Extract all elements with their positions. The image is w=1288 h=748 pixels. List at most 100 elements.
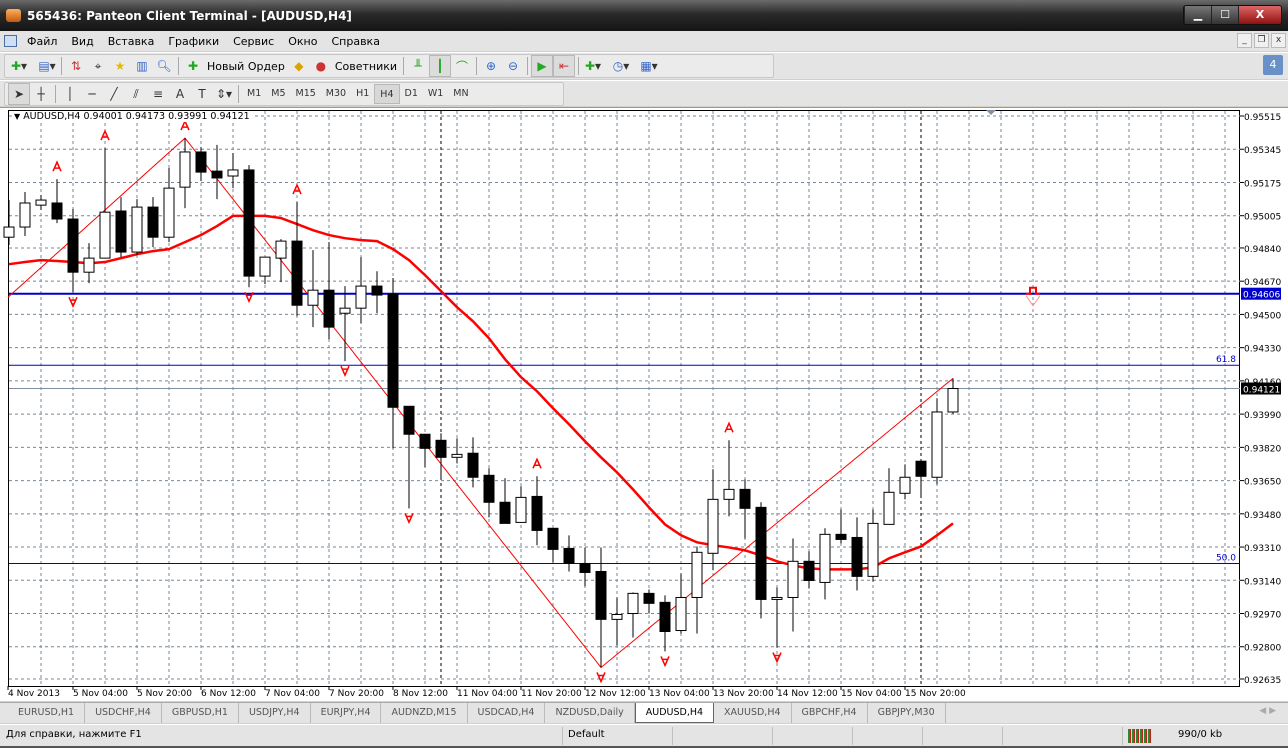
price-tick-label: 0.93480 [1244, 511, 1281, 521]
candle-body [467, 452, 479, 478]
candle-body [99, 211, 111, 259]
price-tick-label: 0.93310 [1244, 544, 1281, 554]
chart-tab[interactable]: GBPUSD,H1 [162, 703, 239, 723]
chart-tab[interactable]: USDCHF,H4 [85, 703, 162, 723]
candle-body [947, 388, 959, 413]
candle-body [915, 460, 927, 477]
candle-body [643, 592, 655, 604]
fractal-up-arrow-icon [724, 421, 734, 433]
time-tick-label: 14 Nov 12:00 [777, 689, 838, 699]
candle-body [451, 453, 463, 458]
candle-body [627, 592, 639, 615]
fractal-down-arrow-icon [660, 656, 670, 668]
candle-body [355, 285, 367, 309]
chart-tab[interactable]: EURJPY,H4 [311, 703, 382, 723]
fractal-up-arrow-icon [52, 160, 62, 172]
candle-body [771, 596, 783, 600]
candle-body [819, 533, 831, 583]
candle-body [163, 187, 175, 238]
candle-body [755, 506, 767, 600]
fractal-down-arrow-icon [404, 513, 414, 525]
connection-status-icon [1128, 729, 1152, 743]
candle-body [243, 169, 255, 277]
candle-body [291, 240, 303, 306]
time-tick-label: 8 Nov 12:00 [393, 689, 448, 699]
price-tick-label: 0.93820 [1244, 444, 1281, 454]
chart-header: ▼ AUDUSD,H4 0.94001 0.94173 0.93991 0.94… [12, 111, 252, 122]
chart-tab[interactable]: GBPCHF,H4 [792, 703, 868, 723]
candle-body [547, 527, 559, 550]
fibo-level-label: 61.8 [1216, 355, 1236, 365]
candle-body [387, 293, 399, 408]
time-tick-label: 15 Nov 20:00 [905, 689, 966, 699]
price-tick-label: 0.94840 [1244, 245, 1281, 255]
candle-body [275, 240, 287, 259]
candle-body [179, 151, 191, 188]
candle-body [51, 202, 63, 220]
fractal-up-arrow-icon [180, 119, 190, 131]
candle-body [563, 547, 575, 564]
candle-body [595, 570, 607, 620]
price-tick-label: 0.95345 [1244, 146, 1281, 156]
chart-tab[interactable]: EURUSD,H1 [8, 703, 86, 723]
candle-body [67, 218, 79, 273]
candle-body [259, 256, 271, 277]
time-tick-label: 11 Nov 04:00 [457, 689, 518, 699]
price-tick-label: 0.95005 [1244, 213, 1281, 223]
chart-tab[interactable]: AUDUSD,H4 [634, 703, 715, 723]
candle-body [195, 151, 207, 173]
time-tick-label: 7 Nov 20:00 [329, 689, 384, 699]
candle-body [435, 439, 447, 458]
fibo-level-label: 50.0 [1216, 553, 1236, 563]
candle-body [579, 562, 591, 573]
candle-body [499, 501, 511, 524]
candle-body [883, 491, 895, 525]
horizontal-line-price-label: 0.94606 [1243, 291, 1280, 301]
candle-body [131, 206, 143, 253]
tab-scroll-arrows[interactable]: ◀ ▶ [1259, 706, 1276, 716]
chart-tab[interactable]: USDCAD,H4 [468, 703, 546, 723]
candle-body [803, 560, 815, 581]
candle-body [739, 488, 751, 509]
chart-tab[interactable]: XAUUSD,H4 [714, 703, 792, 723]
candle-body [675, 596, 687, 632]
candle-body [211, 170, 223, 179]
candle-body [323, 289, 335, 328]
candle-body [371, 285, 383, 296]
candle-body [483, 474, 495, 503]
candle-body [531, 495, 543, 531]
price-tick-label: 0.94670 [1244, 278, 1281, 288]
chart-tab[interactable]: AUDNZD,M15 [381, 703, 468, 723]
time-tick-label: 11 Nov 20:00 [521, 689, 582, 699]
price-tick-label: 0.93140 [1244, 577, 1281, 587]
candle-body [3, 226, 15, 238]
time-tick-label: 6 Nov 12:00 [201, 689, 256, 699]
price-tick-label: 0.92970 [1244, 611, 1281, 621]
chart-tab[interactable]: NZDUSD,Daily [545, 703, 635, 723]
candle-body [707, 498, 719, 554]
chart-tabs: EURUSD,H1 USDCHF,H4 GBPUSD,H1 USDJPY,H4 EURJ… [0, 702, 1288, 723]
chart-tab[interactable]: GBPJPY,M30 [868, 703, 946, 723]
candle-body [835, 533, 847, 540]
price-tick-label: 0.94330 [1244, 345, 1281, 355]
time-tick-label: 5 Nov 04:00 [73, 689, 128, 699]
chart-symbol-ohlc: AUDUSD,H4 0.94001 0.94173 0.93991 0.9412… [23, 111, 250, 122]
candle-body [227, 169, 239, 177]
status-help: Для справки, нажмите F1 [6, 729, 142, 740]
price-tick-label: 0.95175 [1244, 179, 1281, 189]
candle-body [611, 613, 623, 620]
price-tick-label: 0.92800 [1244, 644, 1281, 654]
time-tick-label: 15 Nov 04:00 [841, 689, 902, 699]
candle-body [419, 433, 431, 449]
candle-body [307, 289, 319, 306]
time-tick-label: 13 Nov 20:00 [713, 689, 774, 699]
status-bar: Для справки, нажмите F1 Default 990/0 kb [0, 724, 1288, 746]
chart-tab[interactable]: USDJPY,H4 [239, 703, 311, 723]
candle-body [659, 601, 671, 632]
time-tick-label: 7 Nov 04:00 [265, 689, 320, 699]
candle-body [851, 536, 863, 577]
fractal-down-arrow-icon [596, 672, 606, 684]
fractal-down-arrow-icon [340, 365, 350, 377]
price-tick-label: 0.93650 [1244, 478, 1281, 488]
price-tick-label: 0.93990 [1244, 411, 1281, 421]
